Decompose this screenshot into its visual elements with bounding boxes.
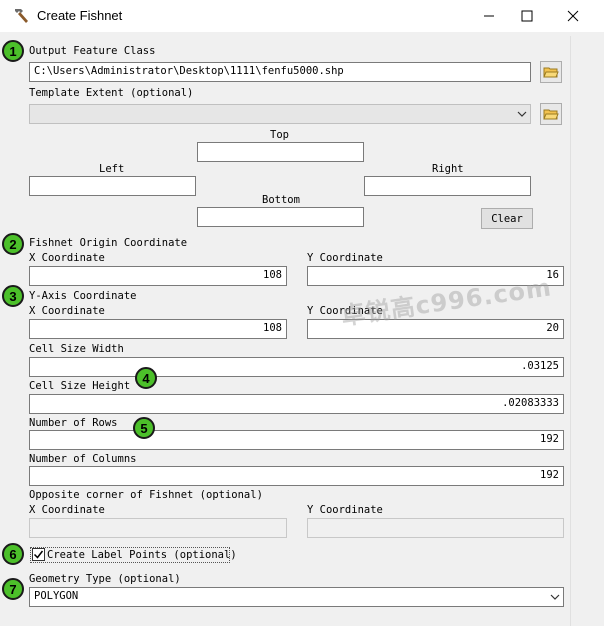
browse-output-button[interactable] [540, 61, 562, 83]
step-badge-3: 3 [2, 285, 24, 307]
title-bar: Create Fishnet [0, 0, 604, 32]
extent-top-input[interactable] [197, 142, 364, 162]
step-badge-5: 5 [133, 417, 155, 439]
rows-input[interactable]: 192 [29, 430, 564, 450]
step-badge-4: 4 [135, 367, 157, 389]
step-badge-7: 7 [2, 578, 24, 600]
columns-label: Number of Columns [29, 453, 137, 465]
opposite-label: Opposite corner of Fishnet (optional) [29, 489, 263, 501]
extent-top-label: Top [270, 129, 289, 141]
extent-right-label: Right [432, 163, 464, 175]
label-points-label[interactable]: Create Label Points (optional) [47, 549, 237, 561]
chevron-down-icon [550, 594, 560, 600]
yaxis-label: Y-Axis Coordinate [29, 290, 137, 302]
close-button[interactable] [550, 0, 596, 32]
step-badge-2: 2 [2, 233, 24, 255]
cell-width-label: Cell Size Width [29, 343, 124, 355]
output-feature-class-label: Output Feature Class [29, 45, 156, 57]
vertical-scrollbar[interactable] [570, 36, 587, 626]
label-points-checkbox[interactable] [32, 548, 45, 561]
cell-height-label: Cell Size Height [29, 380, 131, 392]
geometry-label: Geometry Type (optional) [29, 573, 181, 585]
clear-button[interactable]: Clear [481, 208, 533, 229]
cell-height-input[interactable]: .02083333 [29, 394, 564, 414]
minimize-icon [484, 15, 494, 17]
origin-label: Fishnet Origin Coordinate [29, 237, 188, 249]
cell-width-input[interactable]: .03125 [29, 357, 564, 377]
extent-right-input[interactable] [364, 176, 531, 196]
output-feature-class-input[interactable]: C:\Users\Administrator\Desktop\1111\fenf… [29, 62, 531, 82]
columns-input[interactable]: 192 [29, 466, 564, 486]
maximize-button[interactable] [504, 0, 550, 32]
origin-x-input[interactable]: 108 [29, 266, 287, 286]
origin-y-label: Y Coordinate [307, 252, 383, 264]
open-folder-icon [543, 67, 559, 78]
hammer-icon [15, 9, 28, 23]
close-icon [567, 10, 579, 22]
chevron-down-icon [517, 111, 527, 117]
checkmark-icon [33, 550, 44, 559]
extent-left-input[interactable] [29, 176, 196, 196]
browse-template-button[interactable] [540, 103, 562, 125]
extent-left-label: Left [99, 163, 125, 175]
geometry-dropdown[interactable]: POLYGON [29, 587, 564, 607]
step-badge-1: 1 [2, 40, 24, 62]
window-title: Create Fishnet [37, 8, 123, 23]
yaxis-x-label: X Coordinate [29, 305, 105, 317]
template-extent-label: Template Extent (optional) [29, 87, 194, 99]
opposite-y-label: Y Coordinate [307, 504, 383, 516]
opposite-x-label: X Coordinate [29, 504, 105, 516]
extent-bottom-label: Bottom [262, 194, 300, 206]
opposite-x-input[interactable] [29, 518, 287, 538]
extent-bottom-input[interactable] [197, 207, 364, 227]
yaxis-x-input[interactable]: 108 [29, 319, 287, 339]
opposite-y-input[interactable] [307, 518, 564, 538]
open-folder-icon [543, 109, 559, 120]
maximize-icon [521, 10, 533, 22]
template-extent-dropdown[interactable] [29, 104, 531, 124]
rows-label: Number of Rows [29, 417, 118, 429]
step-badge-6: 6 [2, 543, 24, 565]
origin-x-label: X Coordinate [29, 252, 105, 264]
